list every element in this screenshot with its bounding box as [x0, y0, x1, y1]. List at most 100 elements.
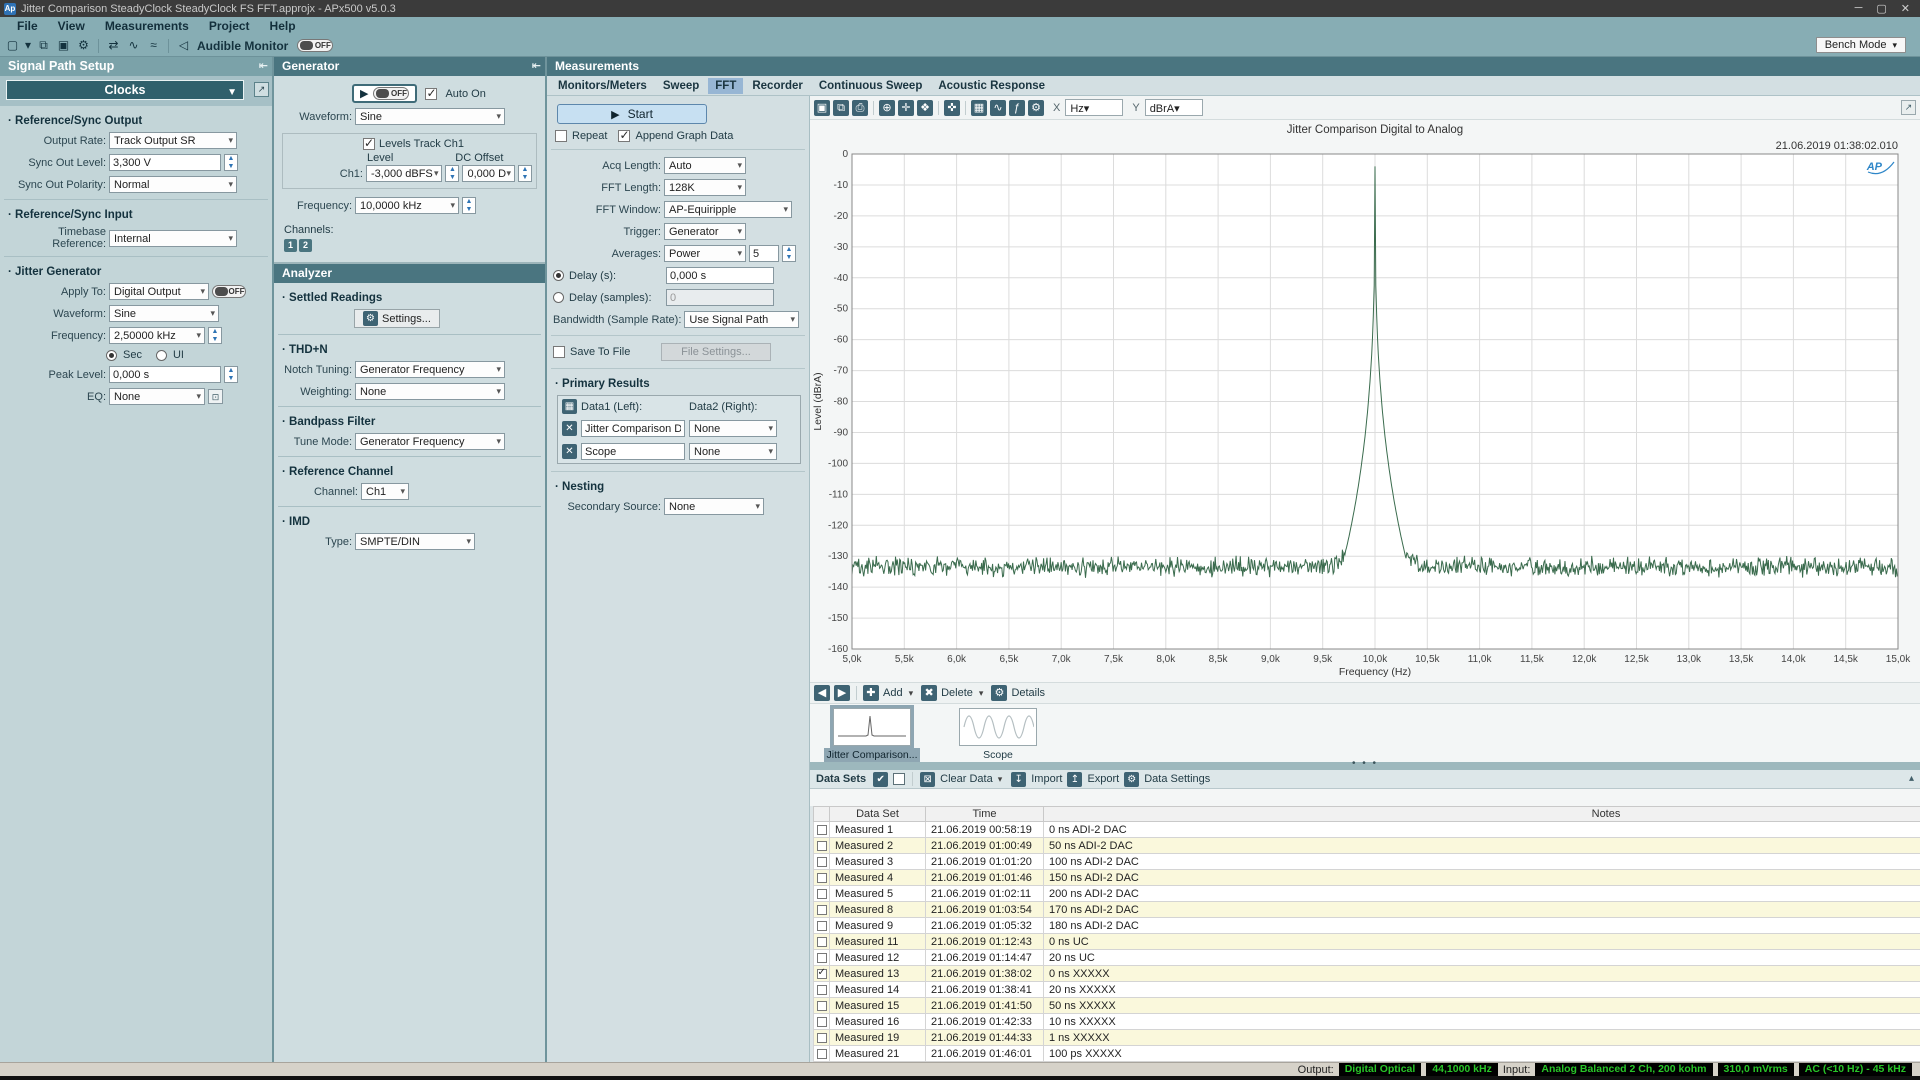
- sync-out-level-input[interactable]: [109, 154, 221, 171]
- layout-grid-icon[interactable]: ▦: [562, 399, 577, 414]
- delay-seconds-radio[interactable]: [553, 270, 564, 281]
- audible-monitor-toggle[interactable]: OFF: [297, 39, 333, 52]
- apply-to-select[interactable]: Digital Output▾: [109, 283, 209, 300]
- dataset-checkbox[interactable]: [817, 953, 827, 963]
- levels-track-checkbox[interactable]: [363, 138, 375, 150]
- details-icon[interactable]: ⚙: [991, 685, 1007, 701]
- dataset-checkbox[interactable]: [817, 921, 827, 931]
- spinner-control[interactable]: ▲▼: [224, 366, 238, 383]
- output-rate-select[interactable]: Track Output SR▾: [109, 132, 237, 149]
- weighting-select[interactable]: None▾: [355, 383, 505, 400]
- remove-result-icon[interactable]: ✕: [562, 421, 577, 436]
- notch-tuning-select[interactable]: Generator Frequency▾: [355, 361, 505, 378]
- dataset-checkbox[interactable]: [817, 969, 827, 979]
- table-row[interactable]: Measured 1921.06.2019 01:44:331 ns XXXXX: [814, 1030, 1920, 1046]
- menu-view[interactable]: View: [49, 18, 94, 34]
- channel-1-button[interactable]: 1: [284, 239, 297, 252]
- append-graph-checkbox[interactable]: [618, 130, 630, 142]
- table-row[interactable]: Measured 1321.06.2019 01:38:020 ns XXXXX: [814, 966, 1920, 982]
- fft-chart[interactable]: Jitter Comparison Digital to Analog21.06…: [810, 120, 1920, 682]
- save-to-file-checkbox[interactable]: [553, 346, 565, 358]
- save-project-icon[interactable]: ▣: [55, 37, 72, 54]
- spinner-control[interactable]: ▲▼: [782, 245, 796, 262]
- add-graph-icon[interactable]: ✚: [863, 685, 879, 701]
- bench-mode-button[interactable]: Bench Mode ▾: [1816, 37, 1906, 53]
- jitter-off-toggle[interactable]: OFF: [212, 285, 246, 298]
- menu-file[interactable]: File: [8, 18, 47, 34]
- check-all-icon[interactable]: ✔: [873, 772, 888, 787]
- result1-name-input[interactable]: [581, 420, 685, 437]
- dataset-checkbox[interactable]: [817, 1049, 827, 1059]
- timebase-select[interactable]: Internal▾: [109, 230, 237, 247]
- x-unit-select[interactable]: Hz▾: [1065, 99, 1123, 116]
- file-settings-button[interactable]: File Settings...: [661, 343, 771, 361]
- eq-edit-button[interactable]: ⊡: [208, 389, 223, 404]
- splitter-handle[interactable]: • • •: [810, 762, 1920, 770]
- print-icon[interactable]: ⎙: [852, 100, 868, 116]
- generator-on-button[interactable]: ▶ OFF: [352, 84, 417, 103]
- channel-2-button[interactable]: 2: [299, 239, 312, 252]
- monitors-icon[interactable]: ∿: [125, 37, 142, 54]
- save-graph-icon[interactable]: ▣: [814, 100, 830, 116]
- collapse-panel-icon[interactable]: ⇤: [259, 59, 268, 72]
- menu-project[interactable]: Project: [200, 18, 259, 34]
- tab-fft[interactable]: FFT: [708, 78, 743, 94]
- tune-mode-select[interactable]: Generator Frequency▾: [355, 433, 505, 450]
- eq-select[interactable]: None▾: [109, 388, 205, 405]
- new-project-icon[interactable]: ▢: [4, 37, 21, 54]
- tab-monitors-meters[interactable]: Monitors/Meters: [551, 78, 654, 94]
- limits-icon[interactable]: ∿: [990, 100, 1006, 116]
- dataset-checkbox[interactable]: [817, 873, 827, 883]
- generator-waveform-select[interactable]: Sine▾: [355, 108, 505, 125]
- chevron-down-icon[interactable]: ▾: [909, 688, 914, 699]
- table-row[interactable]: Measured 1121.06.2019 01:12:430 ns UC: [814, 934, 1920, 950]
- averages-count-input[interactable]: [749, 245, 779, 262]
- start-button[interactable]: ▶ Start: [557, 104, 707, 124]
- imd-type-select[interactable]: SMPTE/DIN▾: [355, 533, 475, 550]
- pan-icon[interactable]: ✛: [898, 100, 914, 116]
- dataset-checkbox[interactable]: [817, 841, 827, 851]
- fft-plot-svg[interactable]: Jitter Comparison Digital to Analog21.06…: [810, 120, 1920, 682]
- reference-channel-select[interactable]: Ch1▾: [361, 483, 409, 500]
- tab-recorder[interactable]: Recorder: [745, 78, 810, 94]
- ui-radio[interactable]: [156, 350, 167, 361]
- table-row[interactable]: Measured 921.06.2019 01:05:32180 ns ADI-…: [814, 918, 1920, 934]
- thumbnail-jitter-comparison[interactable]: Jitter Comparison...: [824, 708, 920, 762]
- tab-continuous-sweep[interactable]: Continuous Sweep: [812, 78, 930, 94]
- peak-level-input[interactable]: [109, 366, 221, 383]
- secondary-source-select[interactable]: None▾: [664, 498, 764, 515]
- spinner-control[interactable]: ▲▼: [518, 165, 532, 182]
- last-graph-icon[interactable]: ▶: [834, 685, 850, 701]
- graph-settings-icon[interactable]: ⚙: [1028, 100, 1044, 116]
- import-icon[interactable]: ↧: [1011, 772, 1026, 787]
- meters-icon[interactable]: ≈: [145, 37, 162, 54]
- generator-frequency-select[interactable]: 10,0000 kHz▾: [355, 197, 459, 214]
- dataset-checkbox[interactable]: [817, 857, 827, 867]
- chevron-down-icon[interactable]: ▾: [998, 774, 1003, 785]
- table-row[interactable]: Measured 221.06.2019 01:00:4950 ns ADI-2…: [814, 838, 1920, 854]
- copy-graph-icon[interactable]: ⧉: [833, 100, 849, 116]
- data-settings-icon[interactable]: ⚙: [1124, 772, 1139, 787]
- close-button[interactable]: ✕: [1901, 2, 1910, 15]
- ch1-level-select[interactable]: -3,000 dBFS▾: [366, 165, 442, 182]
- trigger-select[interactable]: Generator▾: [664, 223, 746, 240]
- table-row[interactable]: Measured 121.06.2019 00:58:190 ns ADI-2 …: [814, 822, 1920, 838]
- new-project-caret-icon[interactable]: ▾: [24, 37, 32, 54]
- dataset-checkbox[interactable]: [817, 985, 827, 995]
- table-row[interactable]: Measured 1421.06.2019 01:38:4120 ns XXXX…: [814, 982, 1920, 998]
- table-row[interactable]: Measured 321.06.2019 01:01:20100 ns ADI-…: [814, 854, 1920, 870]
- spinner-control[interactable]: ▲▼: [224, 154, 238, 171]
- clocks-selector[interactable]: Clocks ▼: [6, 80, 244, 100]
- minimize-button[interactable]: ─: [1855, 2, 1863, 15]
- delay-samples-input[interactable]: [666, 289, 774, 306]
- spinner-control[interactable]: ▲▼: [462, 197, 476, 214]
- data-table-icon[interactable]: ▦: [971, 100, 987, 116]
- table-row[interactable]: Measured 821.06.2019 01:03:54170 ns ADI-…: [814, 902, 1920, 918]
- open-external-icon[interactable]: ↗: [254, 82, 269, 97]
- zoom-icon[interactable]: ⊕: [879, 100, 895, 116]
- jitter-waveform-select[interactable]: Sine▾: [109, 305, 219, 322]
- result2-right-select[interactable]: None▾: [689, 443, 777, 460]
- collapse-up-icon[interactable]: ▴: [1909, 773, 1914, 784]
- result1-right-select[interactable]: None▾: [689, 420, 777, 437]
- table-row[interactable]: Measured 421.06.2019 01:01:46150 ns ADI-…: [814, 870, 1920, 886]
